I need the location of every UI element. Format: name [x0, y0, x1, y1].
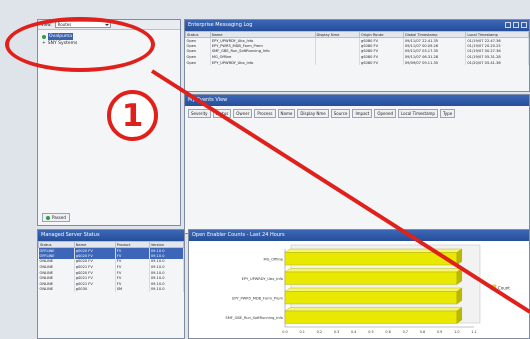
event-column-header[interactable]: Severity — [188, 109, 211, 118]
table-cell: gS030 — [74, 286, 116, 293]
chart-panel: Open Enabler Counts - Last 24 Hours MG_O… — [188, 229, 530, 339]
close-icon[interactable] — [521, 22, 527, 28]
callout-number-badge: 1 — [107, 90, 158, 141]
x-tick-label: 1.0 — [454, 330, 459, 334]
table-row[interactable]: ONLINE gS030 SM 09.10.0 — [38, 286, 184, 293]
table-cell — [315, 59, 360, 66]
event-column-header[interactable]: Opened — [374, 109, 396, 118]
callout-ellipse — [5, 17, 155, 72]
bar-chart: MG_Offline EPY_UPWRDY_Ubx_Info EPY_PWR5_MD… — [225, 244, 510, 334]
table-cell: 09.10.0 — [149, 286, 184, 293]
maximize-icon[interactable] — [513, 22, 519, 28]
event-column-header[interactable]: Owner — [233, 109, 253, 118]
x-tick-label: 0.2 — [317, 330, 322, 334]
my-events-columns: Severity Status Owner Process Name Display Nm… — [185, 106, 529, 121]
bar-top-face — [284, 307, 463, 312]
x-tick-label: 1.1 — [471, 330, 476, 334]
event-column-header[interactable]: Display Nme — [297, 109, 329, 118]
event-column-header[interactable]: Local Timestamp — [398, 109, 438, 118]
legend-swatch — [490, 284, 497, 291]
bar-top-face — [284, 248, 463, 253]
managed-nodes-panel: Managed Server Status Status Name Product V… — [37, 229, 185, 339]
messaging-panel: Enterprise Messaging Log Status Name Displ… — [184, 19, 530, 92]
messaging-table: Status Name Display Nme Origin Route Global … — [185, 31, 529, 66]
x-tick-label: 0.0 — [282, 330, 287, 334]
x-tick-label: 0.9 — [437, 330, 442, 334]
table-cell: EPY_UPWRDY_Ubx_Info — [210, 59, 316, 66]
table-cell: ONLINE — [38, 286, 75, 293]
minimize-icon[interactable] — [505, 22, 511, 28]
bar-top-face — [284, 268, 463, 273]
y-tick-label: EPY_UPWRDY_Ubx_Info — [242, 277, 283, 281]
managed-table: Status Name Product Version OFFLINE gS020 FV… — [38, 241, 184, 293]
x-tick-label: 0.1 — [299, 330, 304, 334]
chart-titlebar: Open Enabler Counts - Last 24 Hours — [189, 230, 529, 241]
table-row[interactable]: Open EPY_UPWRDY_Ubx_Info gS080 FV 09/09/07 … — [185, 59, 529, 66]
x-tick-label: 0.7 — [403, 330, 408, 334]
managed-title: Managed Server Status — [41, 232, 100, 238]
table-cell: 01/20/07 05.41.36 — [465, 59, 529, 66]
event-column-header[interactable]: Name — [277, 109, 296, 118]
bar-top-face — [284, 287, 463, 292]
passed-label: Passed — [52, 215, 66, 220]
table-cell: Open — [185, 59, 211, 66]
my-events-title: My Events View — [188, 97, 228, 103]
chart-title: Open Enabler Counts - Last 24 Hours — [192, 232, 285, 238]
my-events-titlebar: My Events View — [185, 95, 529, 106]
managed-titlebar: Managed Server Status — [38, 230, 184, 241]
x-tick-label: 0.6 — [385, 330, 390, 334]
messaging-titlebar: Enterprise Messaging Log — [185, 20, 529, 31]
check-icon — [46, 215, 50, 220]
event-column-header[interactable]: Source — [330, 109, 351, 118]
event-column-header[interactable]: Status — [212, 109, 232, 118]
bar — [284, 252, 458, 266]
table-cell: 09/09/07 09.11.35 — [403, 59, 467, 66]
messaging-title: Enterprise Messaging Log — [188, 22, 253, 28]
legend-label: Count — [498, 286, 510, 291]
x-tick-label: 0.4 — [351, 330, 356, 334]
my-events-panel: My Events View Severity Status Owner Proces… — [184, 94, 530, 234]
table-cell: SM — [115, 286, 150, 293]
event-column-header[interactable]: Type — [439, 109, 456, 118]
x-tick-label: 0.5 — [368, 330, 373, 334]
x-tick-label: 0.3 — [334, 330, 339, 334]
bar — [284, 310, 458, 324]
passed-button[interactable]: Passed — [42, 213, 70, 222]
y-tick-label: EPY_PWR5_MDB_Form_Prem — [232, 296, 283, 300]
event-column-header[interactable]: Process — [254, 109, 276, 118]
y-tick-label: MG_Offline — [264, 257, 284, 261]
event-column-header[interactable]: Impact — [352, 109, 373, 118]
x-tick-label: 0.8 — [420, 330, 425, 334]
bar — [284, 271, 458, 285]
table-cell: gS080 FV — [359, 59, 404, 66]
bar — [284, 291, 458, 305]
y-tick-label: SMF_GBE_Run_SoftRunning_Info — [225, 316, 283, 320]
